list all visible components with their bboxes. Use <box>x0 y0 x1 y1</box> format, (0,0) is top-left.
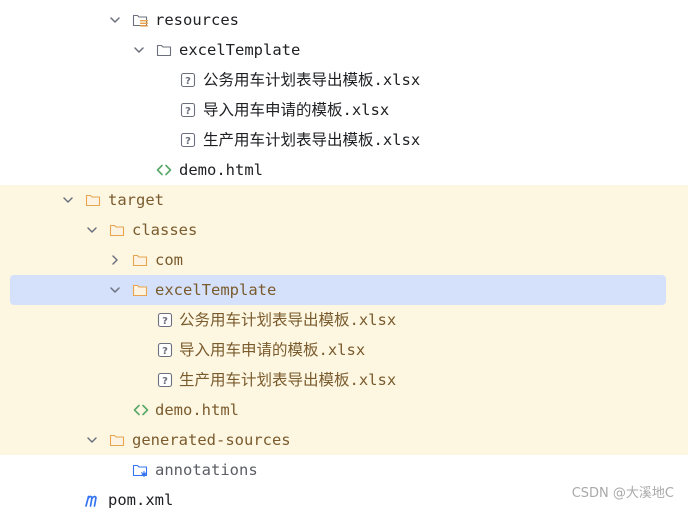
generated-sources-folder-icon <box>132 464 148 478</box>
tree-label-com: com <box>155 251 183 269</box>
folder-icon <box>132 284 148 297</box>
folder-icon <box>109 224 125 237</box>
chevron-down-icon[interactable] <box>85 433 99 447</box>
unknown-file-icon: ? <box>157 312 173 328</box>
resources-folder-icon <box>132 14 148 27</box>
tree-label-file: 公务用车计划表导出模板.xlsx <box>179 311 397 329</box>
tree-row-demo-html[interactable]: demo.html <box>0 155 688 185</box>
folder-icon <box>132 254 148 267</box>
tree-row-target-excel-template[interactable]: excelTemplate <box>0 275 688 305</box>
unknown-file-icon: ? <box>180 102 196 118</box>
unknown-file-icon: ? <box>157 342 173 358</box>
tree-row-com[interactable]: com <box>0 245 688 275</box>
tree-label-file: 公务用车计划表导出模板.xlsx <box>203 71 421 89</box>
tree-label-resources: resources <box>155 11 239 29</box>
tree-row-file[interactable]: ? 导入用车申请的模板.xlsx <box>0 95 688 125</box>
html-file-icon <box>156 164 172 176</box>
tree-row-file[interactable]: ? 生产用车计划表导出模板.xlsx <box>0 125 688 155</box>
tree-row-generated-sources[interactable]: generated-sources <box>0 425 688 455</box>
tree-label-file: 导入用车申请的模板.xlsx <box>179 341 366 359</box>
tree-row-file[interactable]: ? 生产用车计划表导出模板.xlsx <box>0 365 688 395</box>
svg-text:?: ? <box>162 346 168 357</box>
chevron-down-icon[interactable] <box>61 193 75 207</box>
svg-text:?: ? <box>185 76 191 87</box>
tree-label-classes: classes <box>132 221 198 239</box>
tree-label-demo-html: demo.html <box>179 161 263 179</box>
svg-text:?: ? <box>162 316 168 327</box>
tree-label-target: target <box>108 191 164 209</box>
unknown-file-icon: ? <box>157 372 173 388</box>
chevron-down-icon[interactable] <box>108 283 122 297</box>
project-tree: resources excelTemplate ? 公务用车计划表导出模板.xl… <box>0 0 688 510</box>
chevron-right-icon[interactable] <box>108 253 122 267</box>
tree-row-resources[interactable]: resources <box>0 5 688 35</box>
tree-label-annotations: annotations <box>155 461 258 479</box>
chevron-down-icon[interactable] <box>108 13 122 27</box>
chevron-down-icon[interactable] <box>132 43 146 57</box>
tree-row-target-demo-html[interactable]: demo.html <box>0 395 688 425</box>
html-file-icon <box>133 404 149 416</box>
tree-row-classes[interactable]: classes <box>0 215 688 245</box>
tree-label-pom-xml: pom.xml <box>108 491 174 509</box>
tree-label-target-excel-template: excelTemplate <box>155 281 277 299</box>
tree-label-target-demo-html: demo.html <box>155 401 239 419</box>
folder-icon <box>109 434 125 447</box>
tree-label-file: 生产用车计划表导出模板.xlsx <box>179 371 397 389</box>
svg-text:?: ? <box>185 136 191 147</box>
tree-label-excel-template: excelTemplate <box>179 41 301 59</box>
tree-row-excel-template[interactable]: excelTemplate <box>0 35 688 65</box>
chevron-down-icon[interactable] <box>85 223 99 237</box>
tree-label-file: 导入用车申请的模板.xlsx <box>203 101 390 119</box>
unknown-file-icon: ? <box>180 72 196 88</box>
tree-row-target[interactable]: target <box>0 185 688 215</box>
folder-icon <box>85 194 101 207</box>
svg-text:?: ? <box>185 106 191 117</box>
tree-row-file[interactable]: ? 公务用车计划表导出模板.xlsx <box>0 65 688 95</box>
tree-row-annotations[interactable]: annotations <box>0 455 688 485</box>
maven-icon <box>85 495 97 507</box>
tree-label-file: 生产用车计划表导出模板.xlsx <box>203 131 421 149</box>
watermark: CSDN @大溪地C <box>571 486 674 501</box>
folder-icon <box>156 44 172 57</box>
svg-text:?: ? <box>162 376 168 387</box>
tree-row-file[interactable]: ? 公务用车计划表导出模板.xlsx <box>0 305 688 335</box>
unknown-file-icon: ? <box>180 132 196 148</box>
tree-row-file[interactable]: ? 导入用车申请的模板.xlsx <box>0 335 688 365</box>
tree-label-generated-sources: generated-sources <box>132 431 291 449</box>
